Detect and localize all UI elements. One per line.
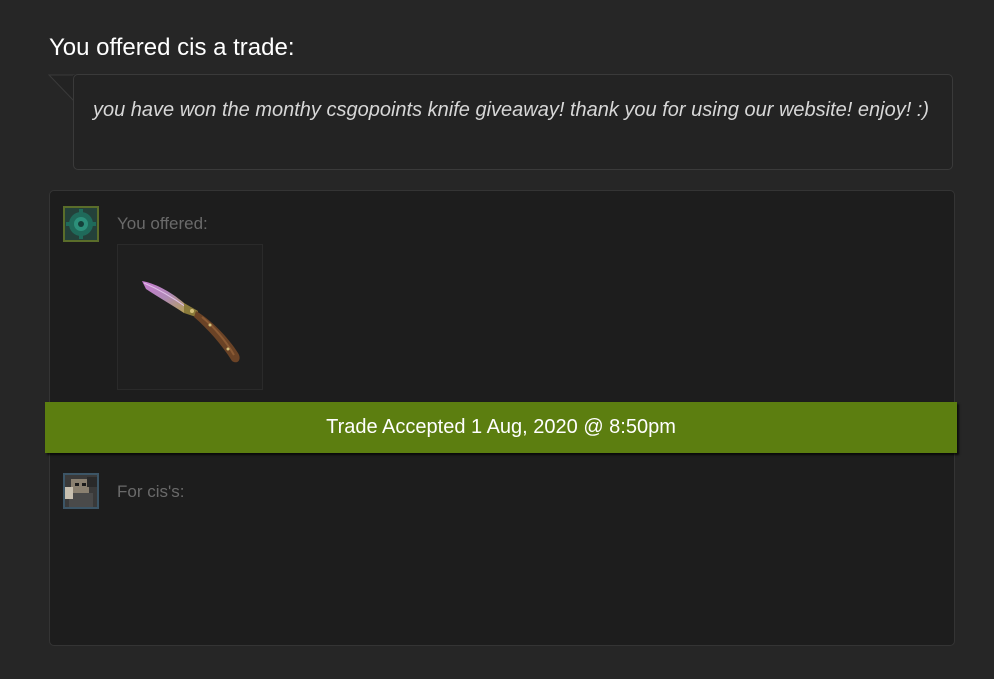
partner-avatar[interactable] <box>63 473 99 509</box>
trade-message-text: you have won the monthy csgopoints knife… <box>93 99 930 121</box>
character-avatar-icon <box>65 475 97 507</box>
page-title: You offered cis a trade: <box>49 34 295 61</box>
for-partner-label: For cis's: <box>117 482 185 501</box>
offered-item-slot[interactable] <box>117 244 263 390</box>
you-offered-label: You offered: <box>117 214 208 233</box>
trade-message-bubble: you have won the monthy csgopoints knife… <box>73 74 953 170</box>
trade-offer-page: You offered cis a trade: you have won th… <box>0 0 994 679</box>
your-avatar[interactable] <box>63 206 99 242</box>
trade-status-banner: Trade Accepted 1 Aug, 2020 @ 8:50pm <box>45 402 957 453</box>
gear-avatar-icon <box>65 208 97 240</box>
knife-icon <box>142 281 240 363</box>
